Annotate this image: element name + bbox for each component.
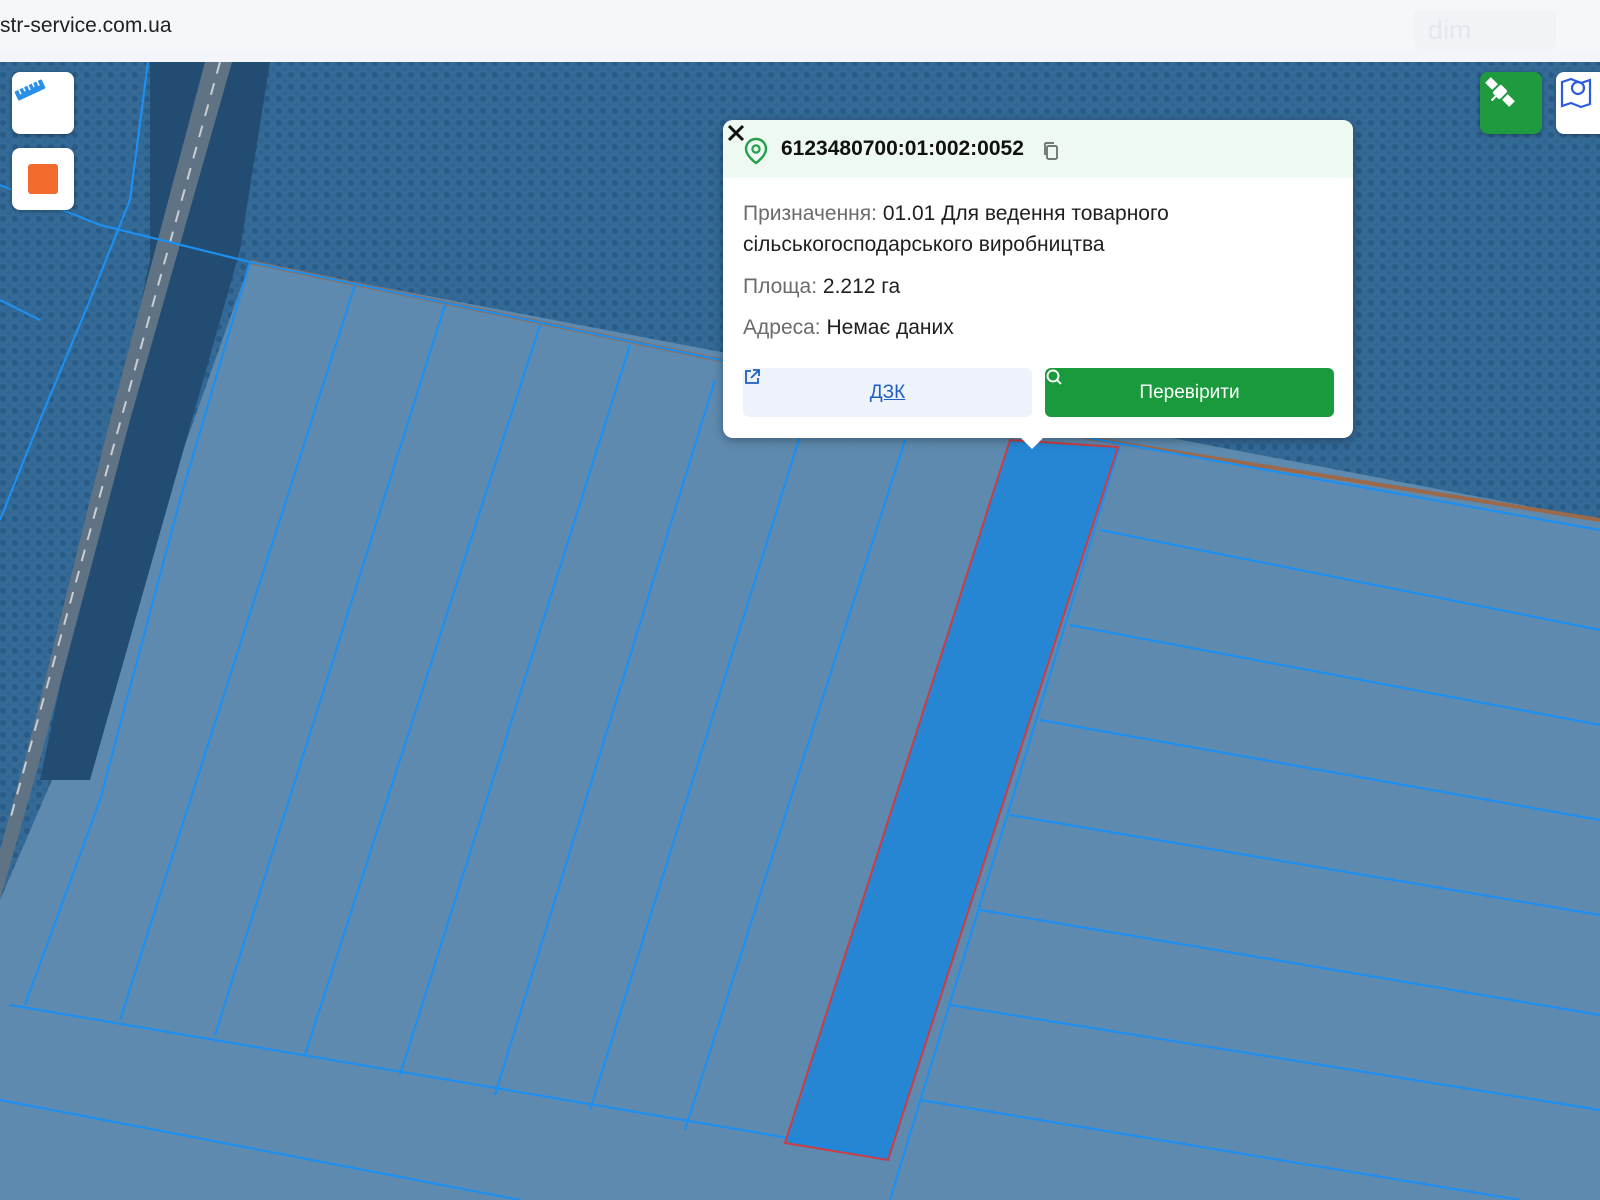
search-icon [1046,369,1062,385]
copy-icon[interactable] [1042,141,1060,161]
address-label: Адреса: [743,316,821,339]
map-view[interactable]: 6123480700:01:002:0052 Призначення: 01.0… [0,62,1600,1200]
address-value: Немає даних [826,316,954,339]
area-value: 2.212 га [822,275,901,298]
satellite-layer-button[interactable] [1480,72,1542,134]
check-button[interactable]: Перевірити [1045,368,1334,417]
map-layer-button[interactable] [1556,72,1600,134]
purpose-label: Призначення: [743,202,877,225]
cadastral-number[interactable]: 6123480700:01:002:0052 [781,137,1024,161]
orange-square-icon [28,164,58,194]
browser-address-bar[interactable]: str-service.com.ua dim [0,0,1600,50]
purpose-row: Призначення: 01.01 Для ведення товарного [743,202,1169,226]
address-row: Адреса: Немає даних [743,316,954,340]
external-link-icon [745,369,760,384]
area-label: Площа: [743,275,818,298]
popup-header: 6123480700:01:002:0052 [723,120,1353,178]
purpose-value-line2: сільськогосподарського виробництва [743,233,1105,256]
satellite-icon [1485,77,1515,107]
map-pin-icon [1560,77,1592,109]
close-icon[interactable] [723,120,749,146]
parcel-info-popup: 6123480700:01:002:0052 Призначення: 01.0… [723,120,1353,449]
watermark: dim [1414,10,1556,50]
draw-area-button[interactable] [12,148,74,210]
dzk-link-button[interactable]: ДЗК [743,368,1032,417]
popup-pointer [1019,436,1045,449]
check-label: Перевірити [1139,381,1240,403]
area-row: Площа: 2.212 га [743,275,900,299]
dzk-label: ДЗК [869,381,906,403]
ruler-tool-button[interactable] [12,72,74,134]
purpose-row-cont: сільськогосподарського виробництва [743,233,1105,257]
url-text[interactable]: str-service.com.ua [0,14,172,38]
purpose-value-line1: 01.01 Для ведення товарного [882,202,1169,225]
ruler-icon [14,79,46,101]
